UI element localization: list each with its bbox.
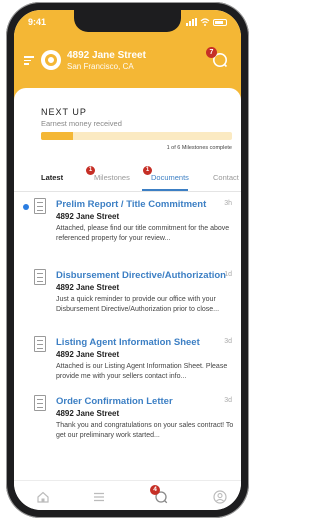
tab-bar: Latest 1 Milestones 1 Documents Contact [14,164,241,192]
home-icon[interactable] [36,490,50,504]
device-notch [74,10,181,32]
item-address: 4892 Jane Street [56,409,120,418]
next-up-subtitle: Earnest money received [41,119,122,128]
item-title: Prelim Report / Title Commitment [56,199,207,210]
chat-badge: 7 [206,47,217,58]
battery-icon [213,19,227,26]
list-item[interactable]: Prelim Report / Title Commitment 3h 4892… [14,193,241,271]
list-icon[interactable] [92,490,106,504]
tab-documents-label: Documents [151,173,189,182]
document-icon [34,198,46,214]
item-address: 4892 Jane Street [56,350,120,359]
tab-active-underline [142,189,188,191]
property-street: 4892 Jane Street [67,50,146,61]
item-time: 3h [224,200,232,207]
tab-contact-label: Contact [213,173,239,182]
signal-icon [186,18,197,26]
tab-documents[interactable]: 1 Documents [143,166,189,182]
next-up-card[interactable]: NEXT UP Earnest money received 1 of 6 Mi… [14,88,241,164]
item-preview: Attached is our Listing Agent Informatio… [56,363,228,380]
item-address: 4892 Jane Street [56,283,120,292]
tab-documents-badge: 1 [143,166,152,175]
document-icon [34,269,46,285]
list-item[interactable]: Order Confirmation Letter 3d 4892 Jane S… [14,390,241,468]
unread-dot [23,204,29,210]
item-preview: Just a quick reminder to provide our off… [56,296,220,313]
item-time: 1d [224,271,232,278]
item-title: Listing Agent Information Sheet [56,337,200,348]
wifi-icon [200,18,210,26]
tab-milestones[interactable]: 1 Milestones [86,166,130,182]
document-icon [34,395,46,411]
milestone-progress-bar [41,132,232,140]
messages-badge: 4 [150,485,160,495]
item-preview: Attached, please find our title commitme… [56,225,230,242]
tab-contact[interactable]: Contact [213,173,239,182]
item-preview: Thank you and congratulations on your sa… [56,422,234,439]
property-city: San Francisco, CA [67,62,134,71]
tab-milestones-badge: 1 [86,166,95,175]
status-time: 9:41 [28,17,47,27]
item-time: 3d [224,338,232,345]
bottom-nav: 4 [14,480,241,510]
item-title: Disbursement Directive/Authorization [56,270,226,281]
next-up-title: NEXT UP [41,107,87,117]
milestone-count: 1 of 6 Milestones complete [166,145,232,151]
profile-icon[interactable] [213,490,227,504]
company-logo [41,50,61,70]
document-icon [34,336,46,352]
property-address[interactable]: 4892 Jane Street San Francisco, CA [67,50,146,71]
item-address: 4892 Jane Street [56,212,120,221]
menu-icon[interactable] [24,56,34,65]
tab-latest[interactable]: Latest [41,173,63,182]
tab-milestones-label: Milestones [94,173,130,182]
milestone-progress-fill [41,132,74,140]
item-title: Order Confirmation Letter [56,396,173,407]
app-screen: 9:41 4892 Jane Street San Francisco, CA … [14,10,241,510]
phone-frame: 9:41 4892 Jane Street San Francisco, CA … [6,2,249,518]
item-time: 3d [224,397,232,404]
tab-latest-label: Latest [41,173,64,182]
status-icons [186,18,227,26]
